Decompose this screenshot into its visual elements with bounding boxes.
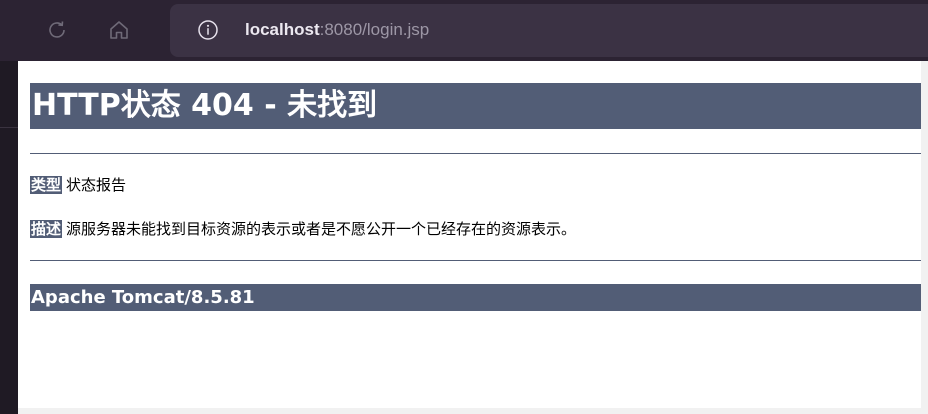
page-viewport: HTTP状态 404 - 未找到 类型 状态报告 描述 源服务器未能找到目标资源的表… (18, 61, 921, 408)
divider-top (30, 153, 921, 154)
browser-toolbar: localhost:8080/login.jsp (0, 0, 928, 61)
description-value: 源服务器未能找到目标资源的表示或者是不愿公开一个已经存在的资源表示。 (66, 220, 577, 238)
url-host: localhost (245, 20, 320, 39)
description-label: 描述 (30, 220, 63, 238)
window-edge-right (921, 61, 928, 414)
type-value: 状态报告 (66, 176, 127, 194)
info-icon[interactable] (197, 19, 219, 41)
home-icon (110, 21, 128, 39)
divider-bottom (30, 260, 921, 261)
reload-button[interactable] (41, 14, 73, 46)
description-row: 描述 源服务器未能找到目标资源的表示或者是不愿公开一个已经存在的资源表示。 (30, 219, 576, 239)
url-text[interactable]: localhost:8080/login.jsp (245, 19, 429, 41)
type-row: 类型 状态报告 (30, 175, 126, 195)
side-panel-edge (0, 61, 18, 414)
page-title: HTTP状态 404 - 未找到 (30, 83, 921, 129)
window-edge-bottom (18, 408, 928, 414)
home-button[interactable] (103, 14, 135, 46)
url-path: :8080/login.jsp (319, 20, 430, 39)
reload-icon (49, 21, 65, 38)
side-panel-divider (0, 127, 18, 128)
server-info: Apache Tomcat/8.5.81 (30, 284, 921, 311)
address-bar[interactable]: localhost:8080/login.jsp (170, 4, 928, 57)
type-label: 类型 (30, 176, 63, 194)
